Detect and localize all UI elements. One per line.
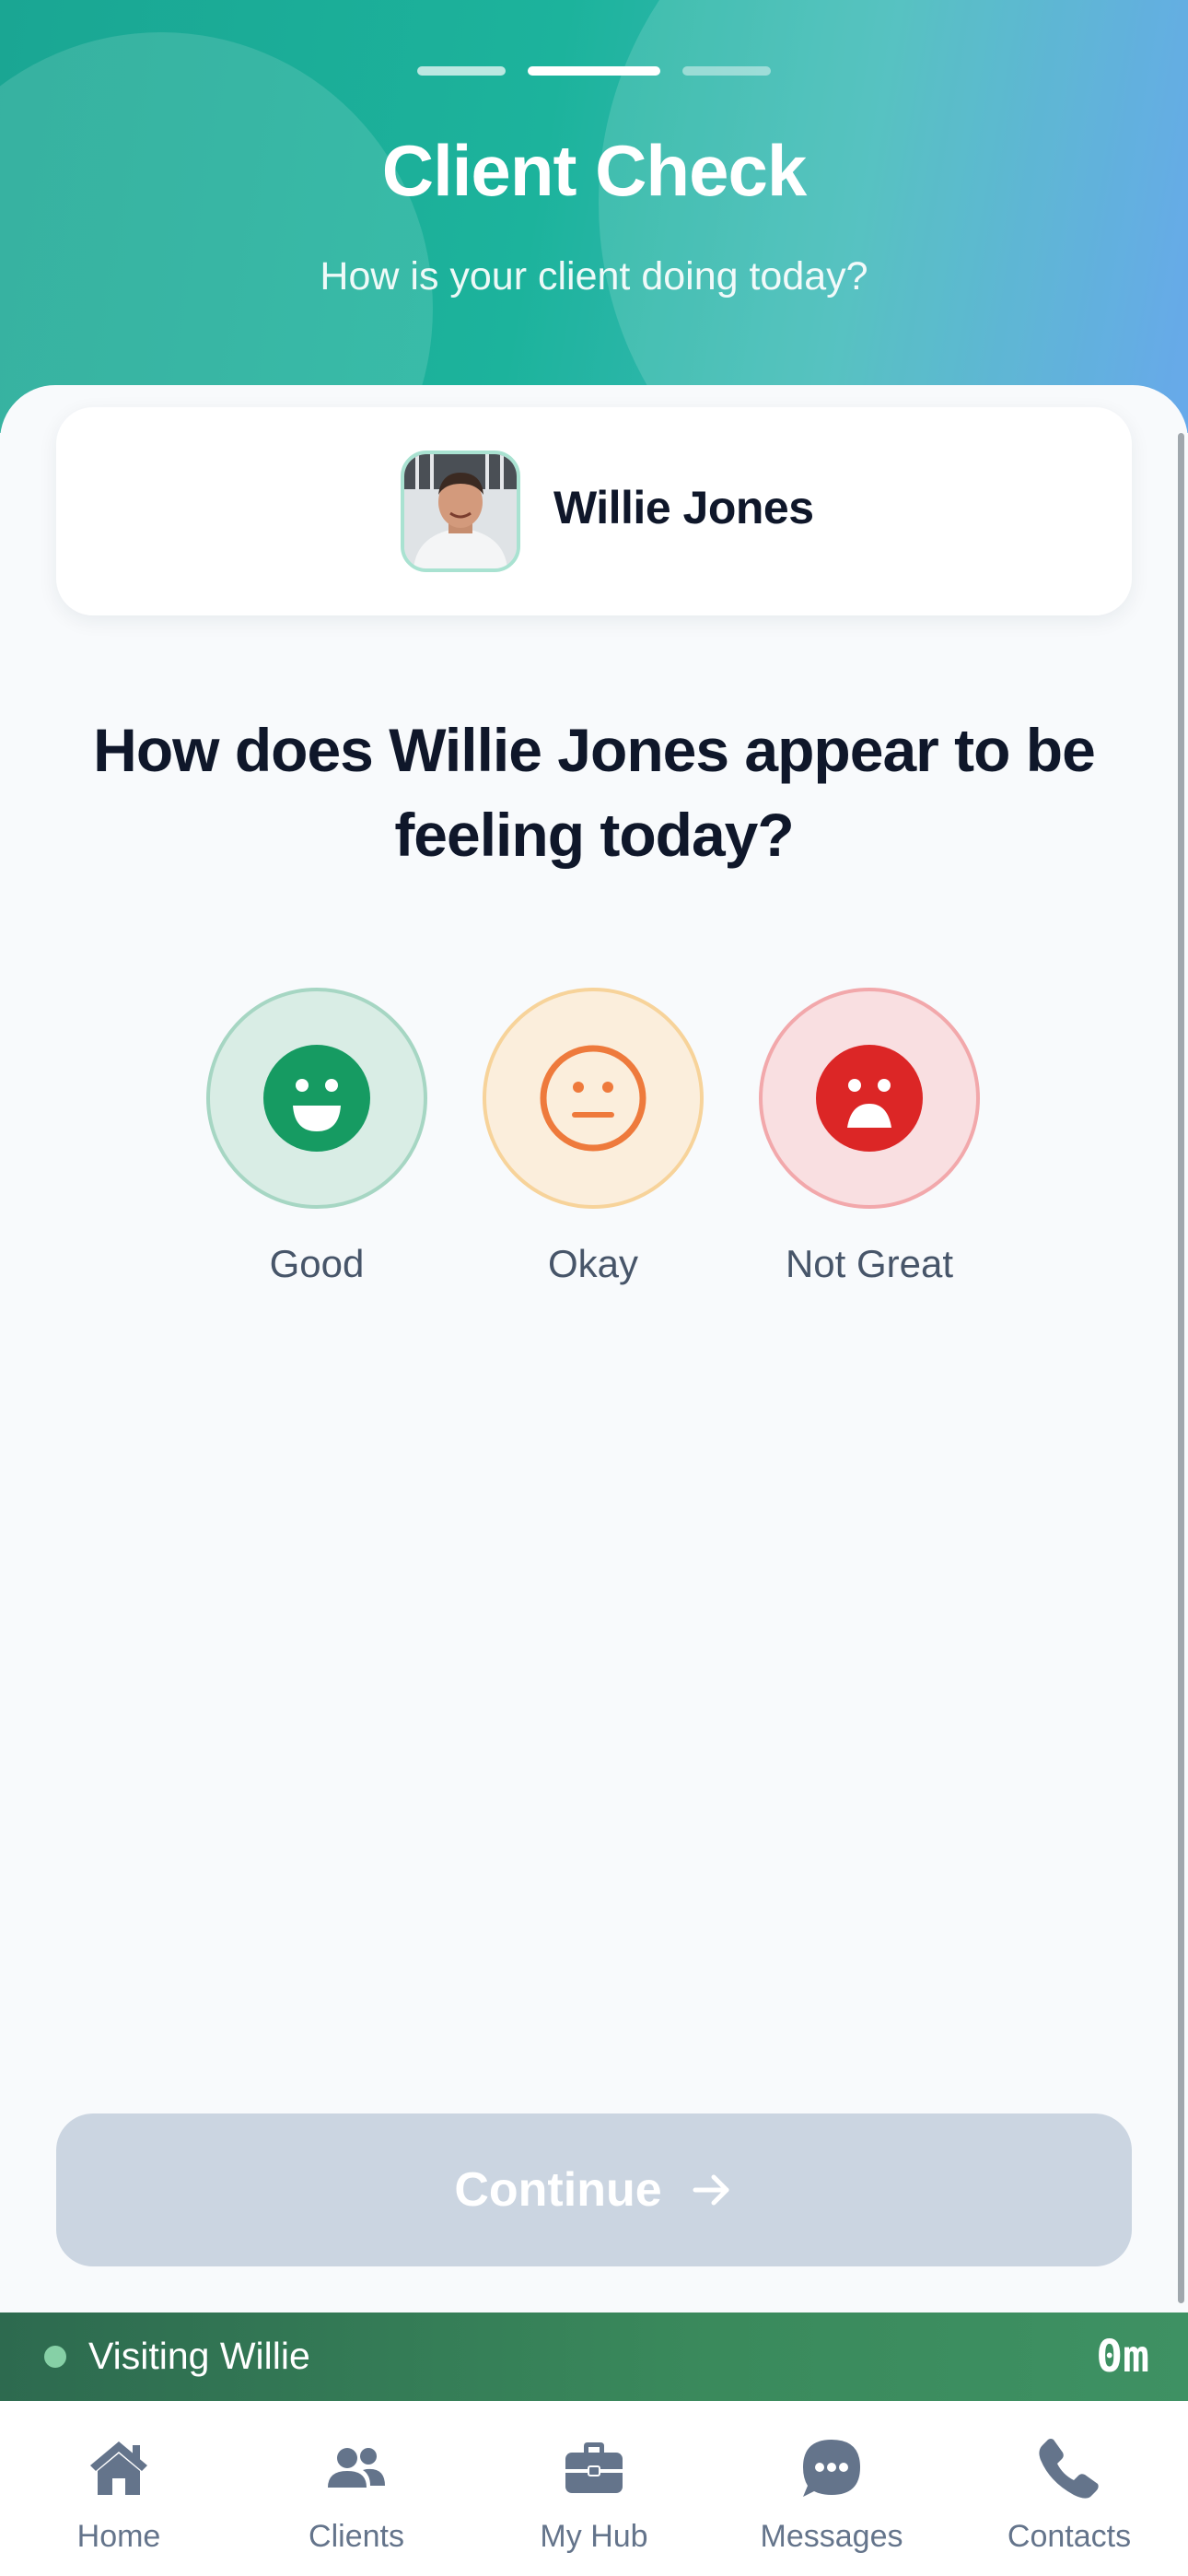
scrollbar[interactable] [1178,433,1184,2303]
feeling-question: How does Willie Jones appear to be feeli… [93,716,1096,869]
mood-label-good: Good [269,1242,365,1285]
tab-home[interactable]: Home [0,2401,238,2576]
tab-contacts[interactable]: Contacts [950,2401,1188,2576]
continue-label: Continue [454,2163,662,2217]
bottom-tab-bar: Home Clients My Hub Messages Contacts [0,2401,1188,2576]
page-subtitle: How is your client doing today? [320,254,868,299]
mood-option-okay[interactable] [483,988,704,1209]
page-title: Client Check [381,130,807,211]
smile-face-icon [263,1045,370,1152]
client-name: Willie Jones [553,482,814,533]
tab-label: Messages [760,2519,903,2554]
tab-clients[interactable]: Clients [238,2401,475,2576]
mood-option-not-great[interactable] [759,988,980,1209]
tab-label: Clients [309,2519,404,2554]
tab-label: Contacts [1007,2519,1132,2554]
sad-face-icon [816,1045,923,1152]
progress-step-1 [417,66,506,76]
tab-messages[interactable]: Messages [713,2401,950,2576]
content-sheet [0,385,1188,2311]
home-icon [90,2441,147,2495]
users-icon [328,2448,385,2488]
decor-circle [599,0,1188,433]
visit-status-text: Visiting Willie [88,2335,310,2377]
arrow-right-icon [693,2174,729,2206]
client-avatar [401,451,520,572]
chat-icon [803,2440,860,2497]
mood-label-okay: Okay [547,1242,639,1285]
phone-icon [1039,2439,1099,2499]
client-card: Willie Jones [56,407,1132,615]
decor-circle [0,32,433,433]
mood-label-not-great: Not Great [785,1242,954,1285]
continue-button[interactable]: Continue [56,2113,1132,2266]
status-dot [44,2346,66,2368]
progress-step-3 [682,66,771,76]
tab-my-hub[interactable]: My Hub [475,2401,713,2576]
visit-timer: 0m [1096,2331,1149,2383]
progress-step-2-active [528,66,660,76]
briefcase-icon [565,2442,623,2493]
neutral-face-icon [540,1045,646,1152]
visit-status-bar[interactable]: Visiting Willie 0m [0,2313,1188,2401]
mood-option-good[interactable] [206,988,427,1209]
header: Client Check How is your client doing to… [0,0,1188,433]
tab-label: Home [76,2519,161,2554]
tab-label: My Hub [540,2519,648,2554]
